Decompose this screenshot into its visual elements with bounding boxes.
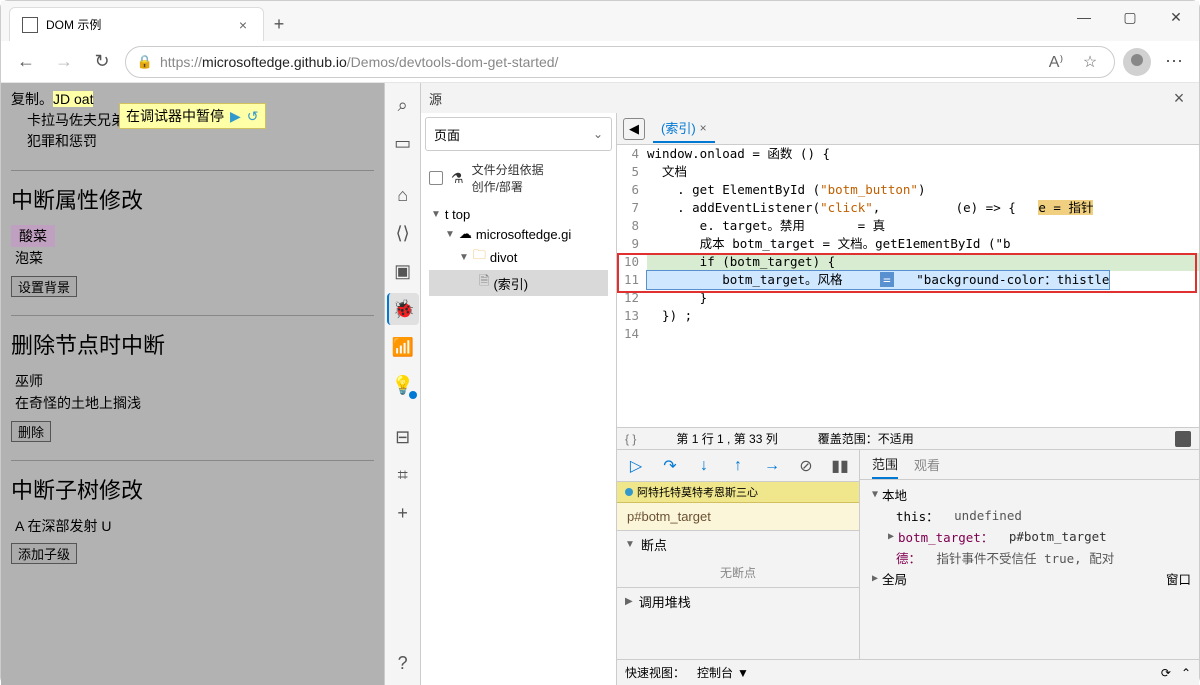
code-editor[interactable]: 4567891011121314 window.onload = 函数 () {… [617,145,1199,427]
sources-icon[interactable]: 🐞 [387,293,419,325]
console-icon[interactable]: ▣ [387,255,419,287]
address-row: ← → ↻ 🔒 https://microsoftedge.github.io/… [1,41,1199,83]
lightbulb-icon[interactable]: 💡 [387,369,419,401]
devtools-toolbar: ⌕ ▭ ⌂ ⟨⟩ ▣ 🐞 📶 💡 ⊟ ⌗ + ? [384,83,421,685]
add-panel-icon[interactable]: + [387,497,419,529]
titlebar: DOM 示例 × + — ▢ ✕ [1,1,1199,41]
forward-button: → [49,47,79,77]
delete-button[interactable]: 删除 [11,421,51,442]
section-heading: 删除节点时中断 [11,328,374,360]
set-background-button[interactable]: 设置背景 [11,276,77,297]
step-out-button[interactable]: ↑ [727,455,749,477]
panel-title: 源 [429,89,442,108]
resume-button[interactable]: ▷ [625,455,647,477]
pause-exc-button[interactable]: ▮▮ [829,455,851,477]
close-tab-icon[interactable]: × [235,17,251,33]
section-heading: 中断子树修改 [11,473,374,505]
elements-icon[interactable]: ⟨⟩ [387,217,419,249]
device-icon[interactable]: ▭ [387,127,419,159]
list-item: A 在深部发射 U [11,515,374,537]
checkbox[interactable] [429,171,443,185]
maximize-button[interactable]: ▢ [1107,1,1153,33]
menu-button[interactable]: ⋯ [1159,47,1189,77]
lock-icon: 🔒 [136,53,154,71]
close-file-icon[interactable]: × [700,121,707,135]
call-target[interactable]: p#botm_target [617,503,859,530]
step-over-button[interactable]: ↷ [659,455,681,477]
close-window-button[interactable]: ✕ [1153,1,1199,33]
drawer-footer: 快速视图： 控制台▼ ⟳ ⌃ [617,659,1199,685]
list-item: 泡菜 [11,247,374,269]
breakpoints-header[interactable]: ▼断点 [617,531,859,558]
call-header: 阿特托特莫特考恩斯三心 [617,482,859,503]
file-icon: 🗎 [479,272,489,294]
browser-tab[interactable]: DOM 示例 × [9,7,264,41]
favorite-icon[interactable]: ☆ [1076,48,1104,76]
url-text: https://microsoftedge.github.io/Demos/de… [160,54,558,70]
flask-icon: ⚗ [451,170,464,187]
console-select[interactable]: 控制台▼ [697,664,749,681]
file-tab[interactable]: (索引)× [653,114,715,143]
network-icon[interactable]: 📶 [387,331,419,363]
inspect-icon[interactable]: ⌕ [387,89,419,121]
tab-title: DOM 示例 [46,16,227,33]
status-bar: { } 第 1 行 1 , 第 33 列 覆盖范围：不适用 [617,427,1199,449]
profile-avatar[interactable] [1123,48,1151,76]
perf-icon[interactable] [1175,431,1191,447]
help-icon[interactable]: ? [387,647,419,679]
step-button[interactable]: → [761,455,783,477]
cpu-icon[interactable]: ⌗ [387,459,419,491]
back-button[interactable]: ← [11,47,41,77]
step-icon[interactable]: ↺ [247,108,259,125]
close-devtools-icon[interactable]: × [1167,86,1191,110]
resume-icon[interactable]: ▶ [230,108,241,125]
tree-file-selected[interactable]: 🗎(索引) [429,270,608,296]
debugger-paused-banner: 在调试器中暂停 ▶ ↺ [119,103,266,129]
list-item: 在奇怪的土地上搁浅 [11,392,374,414]
page-content: 复制。JD oat 在调试器中暂停 ▶ ↺ 卡拉马佐夫兄弟 犯罪和惩罚 中断属性… [1,83,384,685]
nav-back-icon[interactable]: ◀ [623,118,645,140]
list-item: 酸菜 [11,225,55,247]
dock-icon[interactable]: ⟳ [1161,666,1171,680]
address-bar[interactable]: 🔒 https://microsoftedge.github.io/Demos/… [125,46,1115,78]
devtools-panel: 源 × 页面⌄ ⚗ 文件分组依据创作/部署 ▼t top ▼☁microsoft… [421,83,1199,685]
add-child-button[interactable]: 添加子级 [11,543,77,564]
tab-watch[interactable]: 观看 [914,451,940,478]
read-aloud-icon[interactable]: A⁾ [1042,48,1070,76]
chevron-down-icon: ⌄ [593,127,603,141]
page-tab-select[interactable]: 页面⌄ [425,117,612,151]
list-item: 巫师 [11,370,374,392]
home-icon[interactable]: ⌂ [387,179,419,211]
cloud-icon: ☁ [459,226,472,242]
callstack-header[interactable]: ▶调用堆栈 [617,588,859,615]
refresh-button[interactable]: ↻ [87,47,117,77]
step-into-button[interactable]: ↓ [693,455,715,477]
debugger-toolbar: ▷ ↷ ↓ ↑ → ⊘ ▮▮ [617,450,859,482]
sources-navigator: 页面⌄ ⚗ 文件分组依据创作/部署 ▼t top ▼☁microsoftedge… [421,113,617,685]
new-tab-button[interactable]: + [264,7,294,41]
section-heading: 中断属性修改 [11,183,374,215]
minimize-button[interactable]: — [1061,1,1107,33]
tab-scope[interactable]: 范围 [872,450,898,479]
expand-drawer-icon[interactable]: ⌃ [1181,666,1191,680]
deactivate-bp-button[interactable]: ⊘ [795,455,817,477]
tab-favicon-icon [22,17,38,33]
folder-icon: 🗀 [473,246,486,268]
memory-icon[interactable]: ⊟ [387,421,419,453]
